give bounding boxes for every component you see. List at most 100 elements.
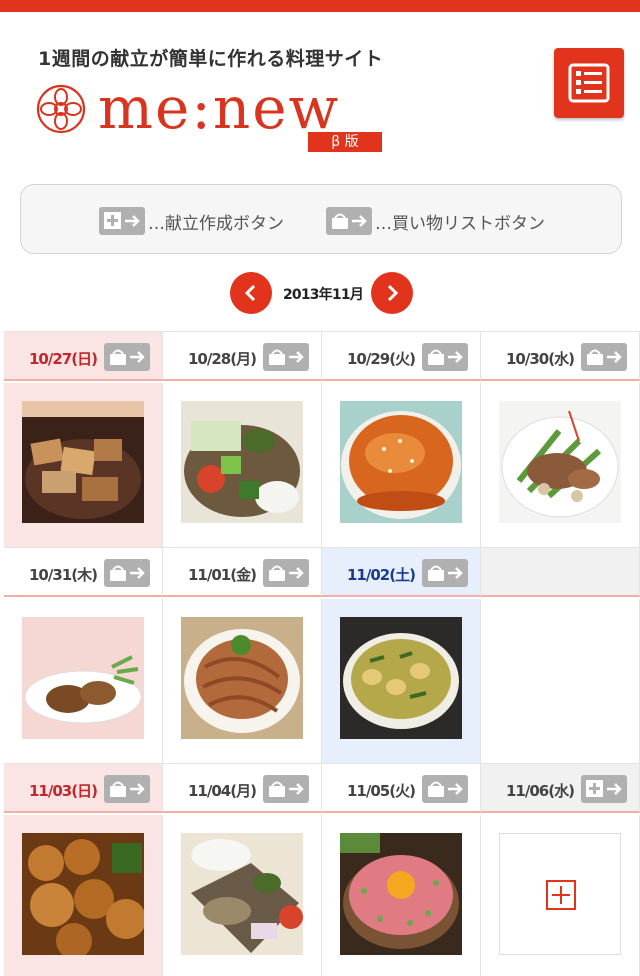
day-header: 11/02(土) xyxy=(322,547,481,597)
basket-arrow-icon xyxy=(428,781,463,797)
basket-arrow-icon xyxy=(587,349,622,365)
day-body xyxy=(4,599,163,763)
shopping-list-button[interactable] xyxy=(422,343,468,371)
meal-photo-grilled-fish[interactable] xyxy=(22,617,144,739)
button-legend: …献立作成ボタン …買い物リストボタン xyxy=(20,184,622,254)
day-body xyxy=(163,599,322,763)
day-header: 10/31(木) xyxy=(4,547,163,597)
day-date: 10/31(木) xyxy=(29,566,98,584)
meal-photo-karaage[interactable] xyxy=(22,833,144,955)
day-header: 11/01(金) xyxy=(163,547,322,597)
plus-arrow-icon xyxy=(99,207,145,235)
day-header: 11/06(水) xyxy=(481,763,640,813)
shopping-list-button[interactable] xyxy=(422,775,468,803)
basket-arrow-icon xyxy=(428,565,463,581)
calendar-day: 10/30(水) xyxy=(481,331,640,547)
add-recipe-box[interactable] xyxy=(499,833,621,955)
day-header: 11/05(火) xyxy=(322,763,481,813)
prev-month-button[interactable] xyxy=(230,272,272,314)
shopping-list-button[interactable] xyxy=(263,559,309,587)
legend-shopping: …買い物リストボタン xyxy=(326,207,545,235)
day-body xyxy=(481,383,640,547)
calendar-day: 11/05(火) xyxy=(322,763,481,976)
day-date: 11/01(金) xyxy=(188,566,257,584)
shopping-list-button[interactable] xyxy=(422,559,468,587)
day-date: 11/04(月) xyxy=(188,782,257,800)
calendar-day: 11/02(土) xyxy=(322,547,481,763)
calendar-day xyxy=(481,547,640,763)
basket-arrow-icon xyxy=(269,565,304,581)
meal-photo-ankake-omelette[interactable] xyxy=(340,401,462,523)
day-date: 10/27(日) xyxy=(29,350,98,368)
calendar-day: 11/03(日) xyxy=(4,763,163,976)
shopping-list-button[interactable] xyxy=(263,343,309,371)
day-header: 11/04(月) xyxy=(163,763,322,813)
day-body xyxy=(4,383,163,547)
day-date: 11/02(土) xyxy=(347,566,416,584)
day-date: 11/05(火) xyxy=(347,782,416,800)
plus-icon xyxy=(546,880,576,910)
basket-arrow-icon xyxy=(269,349,304,365)
day-date: 11/03(日) xyxy=(29,782,98,800)
basket-arrow-icon xyxy=(110,565,145,581)
create-menu-button[interactable] xyxy=(581,775,627,803)
chevron-left-icon xyxy=(244,284,256,302)
legend-create-label: …献立作成ボタン xyxy=(148,213,284,234)
day-header: 10/27(日) xyxy=(4,331,163,381)
basket-arrow-icon xyxy=(269,781,304,797)
top-accent-bar xyxy=(0,0,640,12)
next-month-button[interactable] xyxy=(371,272,413,314)
menu-button[interactable] xyxy=(554,48,624,118)
day-date: 11/06(水) xyxy=(506,782,575,800)
calendar-day: 11/01(金) xyxy=(163,547,322,763)
day-date: 10/28(月) xyxy=(188,350,257,368)
day-body xyxy=(163,815,322,976)
basket-arrow-icon xyxy=(110,781,145,797)
shopping-list-button[interactable] xyxy=(581,343,627,371)
list-menu-icon xyxy=(568,63,610,103)
calendar-day: 11/04(月) xyxy=(163,763,322,976)
shopping-list-button[interactable] xyxy=(104,559,150,587)
site-tagline: 1週間の献立が簡単に作れる料理サイト xyxy=(38,48,384,70)
legend-create: …献立作成ボタン xyxy=(99,207,284,235)
day-header: 10/30(水) xyxy=(481,331,640,381)
shopping-list-button[interactable] xyxy=(263,775,309,803)
chevron-right-icon xyxy=(387,284,399,302)
day-header: 10/28(月) xyxy=(163,331,322,381)
shopping-list-button[interactable] xyxy=(104,775,150,803)
day-body xyxy=(4,815,163,976)
day-header: 11/03(日) xyxy=(4,763,163,813)
calendar-day: 10/27(日) xyxy=(4,331,163,547)
day-body xyxy=(322,383,481,547)
site-logo[interactable]: me:new β 版 xyxy=(36,74,396,158)
meal-photo-veggie-plate[interactable] xyxy=(181,401,303,523)
beta-badge: β 版 xyxy=(308,132,382,152)
flower-logo-icon xyxy=(36,84,86,134)
month-navigation: 2013年11月 xyxy=(0,272,640,316)
day-date: 10/30(水) xyxy=(506,350,575,368)
month-label: 2013年11月 xyxy=(282,287,364,303)
meal-photo-tonkatsu-rice[interactable] xyxy=(22,401,144,523)
day-date: 10/29(火) xyxy=(347,350,416,368)
meal-photo-stirfry-beef[interactable] xyxy=(499,401,621,523)
calendar-day: 11/06(水) xyxy=(481,763,640,976)
calendar-day: 10/29(火) xyxy=(322,331,481,547)
basket-arrow-icon xyxy=(428,349,463,365)
legend-shopping-label: …買い物リストボタン xyxy=(375,213,545,234)
meal-photo-spaghetti[interactable] xyxy=(181,617,303,739)
basket-arrow-icon xyxy=(110,349,145,365)
day-header: 10/29(火) xyxy=(322,331,481,381)
day-body xyxy=(481,815,640,976)
calendar-day: 10/28(月) xyxy=(163,331,322,547)
basket-arrow-icon xyxy=(326,207,372,235)
day-header xyxy=(481,547,640,597)
meal-photo-tuna-donburi[interactable] xyxy=(340,833,462,955)
day-body xyxy=(322,815,481,976)
logo-wordmark: me:new xyxy=(98,74,341,142)
plus-arrow-icon xyxy=(586,780,622,797)
meal-photo-bento[interactable] xyxy=(181,833,303,955)
meal-photo-curry[interactable] xyxy=(340,617,462,739)
day-body xyxy=(163,383,322,547)
day-body xyxy=(481,599,640,763)
shopping-list-button[interactable] xyxy=(104,343,150,371)
